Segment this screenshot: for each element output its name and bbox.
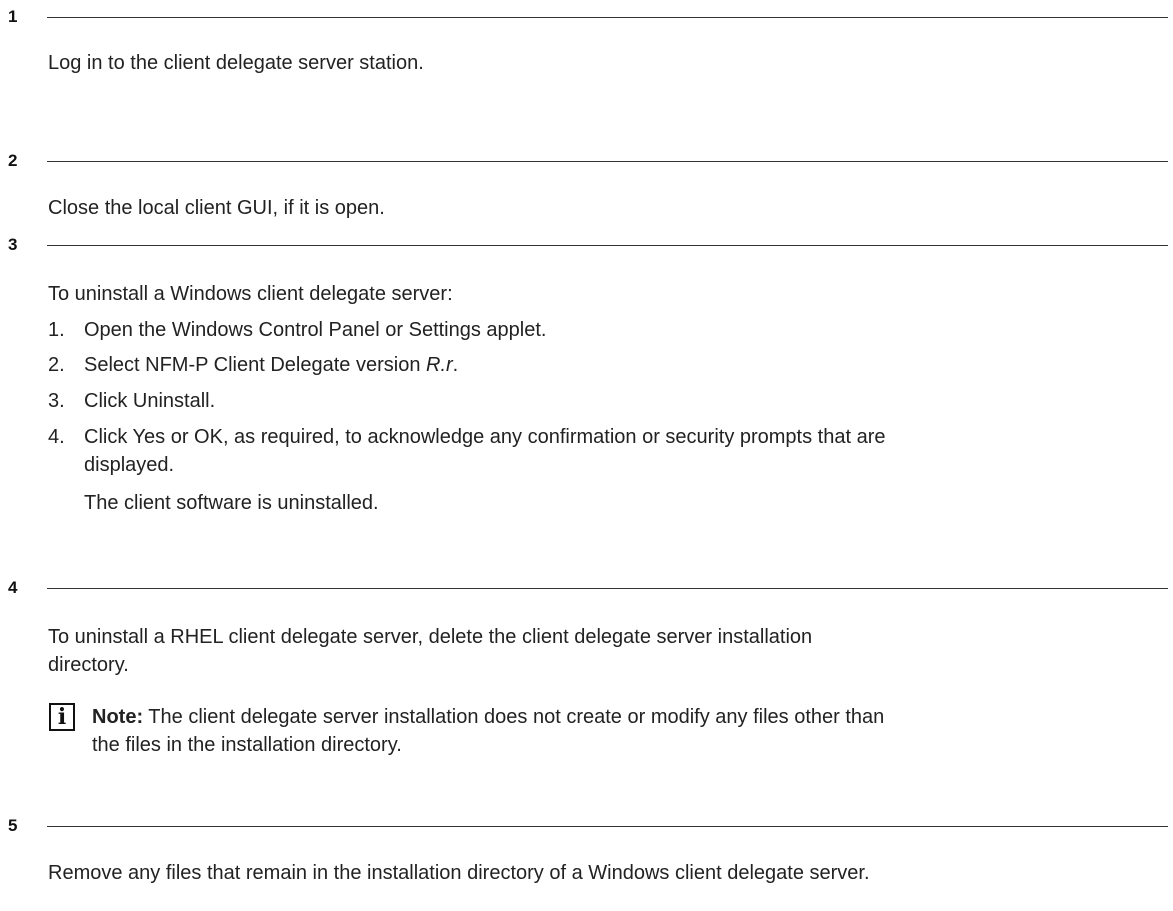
step-header: 3 <box>0 234 1173 258</box>
substep-text-main: Select NFM-P Client Delegate version <box>84 354 426 376</box>
substep-number: 2. <box>48 354 65 376</box>
substep-text: Click Uninstall. <box>84 390 216 412</box>
step-divider <box>47 826 1168 827</box>
substep-text-suffix: . <box>452 354 459 376</box>
step-5-text: Remove any files that remain in the inst… <box>48 862 870 884</box>
step-number: 1 <box>8 7 18 26</box>
substep-text-line1: Click Yes or OK, as required, to acknowl… <box>84 426 886 448</box>
substep-number: 4. <box>48 426 65 448</box>
step-1: 1 <box>0 6 1173 30</box>
step-header: 5 <box>0 815 1173 839</box>
step-4: 4 <box>0 577 1173 601</box>
version-placeholder: R.r <box>426 354 453 376</box>
substep-number: 3. <box>48 390 65 412</box>
step-3-text: To uninstall a Windows client delegate s… <box>48 283 453 305</box>
step-number: 3 <box>8 235 18 254</box>
note-text-line1: The client delegate server installation … <box>143 706 885 728</box>
step-header: 4 <box>0 577 1173 601</box>
step-2: 2 <box>0 150 1173 174</box>
step-number: 2 <box>8 151 18 170</box>
substep-text: Select NFM-P Client Delegate version R.r… <box>84 352 1144 378</box>
note-label: Note: <box>92 706 144 728</box>
step-divider <box>47 588 1168 589</box>
step-header: 1 <box>0 6 1173 30</box>
step-divider <box>47 161 1168 162</box>
step-4-text-line1: To uninstall a RHEL client delegate serv… <box>48 626 813 648</box>
substep-text: Open the Windows Control Panel or Settin… <box>84 319 547 341</box>
step-2-text: Close the local client GUI, if it is ope… <box>48 197 385 219</box>
note: Note: The client delegate server install… <box>92 702 1152 732</box>
note-cont: the files in the installation directory. <box>92 730 1152 760</box>
substep-text-line2: displayed. <box>84 454 175 476</box>
step-number: 4 <box>8 578 18 597</box>
step-header: 2 <box>0 150 1173 174</box>
step-5: 5 <box>0 815 1173 839</box>
note-text-line2: the files in the installation directory. <box>92 734 402 756</box>
step-4-text-line2: directory. <box>48 654 129 676</box>
step-number: 5 <box>8 816 18 835</box>
step-divider <box>47 17 1168 18</box>
substep-number: 1. <box>48 319 65 341</box>
info-icon: i <box>49 703 75 731</box>
step-divider <box>47 245 1168 246</box>
step-1-text: Log in to the client delegate server sta… <box>48 52 424 74</box>
result-text: The client software is uninstalled. <box>84 492 379 514</box>
step-3: 3 <box>0 234 1173 258</box>
